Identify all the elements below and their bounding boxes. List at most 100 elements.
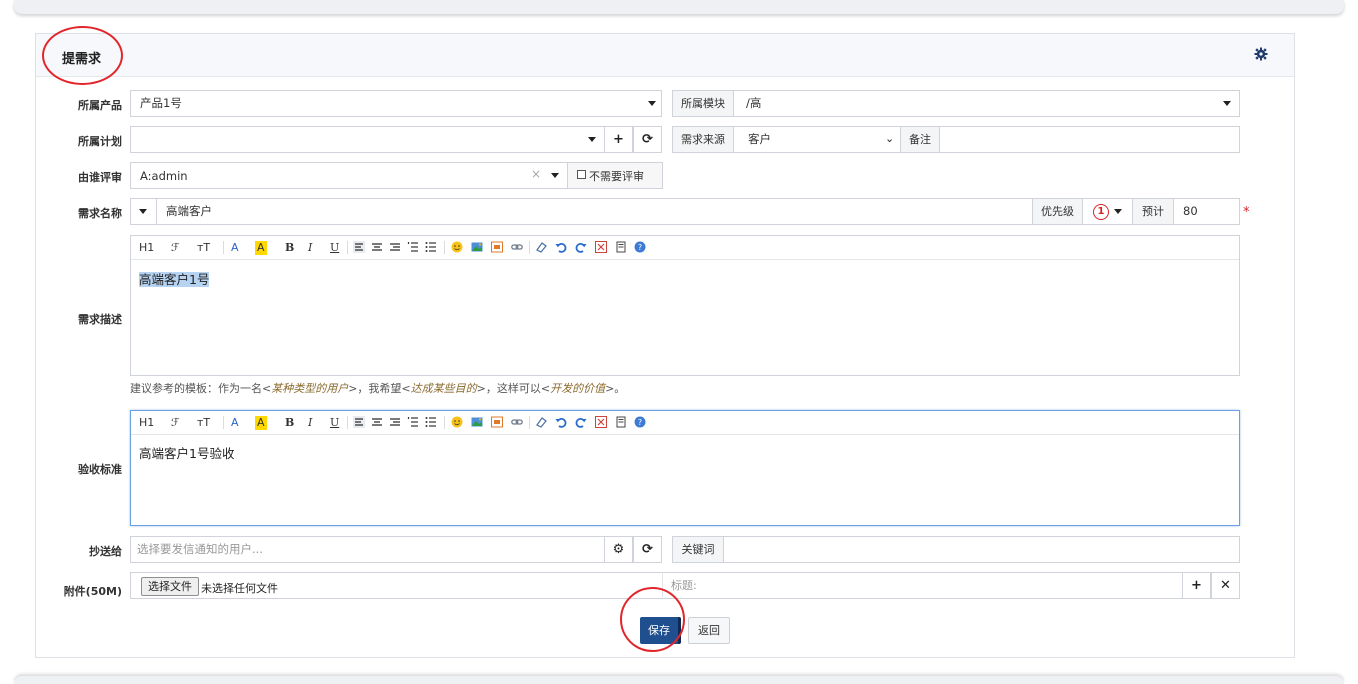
unordered-list-icon[interactable] bbox=[425, 241, 437, 253]
plan-select[interactable] bbox=[130, 126, 605, 153]
font-family-button[interactable]: ℱ bbox=[171, 416, 180, 430]
highlight-color-button[interactable]: A bbox=[255, 416, 267, 430]
help-icon[interactable]: ? bbox=[634, 416, 646, 428]
font-size-button[interactable]: тT bbox=[197, 416, 210, 430]
template-icon[interactable] bbox=[615, 241, 627, 253]
toolbar-divider bbox=[347, 416, 348, 429]
keyword-input[interactable] bbox=[723, 536, 1240, 563]
title-label: 需求名称 bbox=[78, 207, 122, 220]
hint-mid-1: >，我希望< bbox=[348, 382, 411, 395]
hint-prefix: 建议参考的模板：作为一名< bbox=[130, 382, 272, 395]
template-icon[interactable] bbox=[615, 416, 627, 428]
estimate-input[interactable]: 80 bbox=[1173, 198, 1240, 225]
undo-icon[interactable] bbox=[555, 241, 567, 253]
source-label: 需求来源 bbox=[672, 126, 734, 153]
heading-button[interactable]: H1 bbox=[139, 416, 154, 430]
back-button[interactable]: 返回 bbox=[688, 617, 730, 644]
fullscreen-icon[interactable] bbox=[595, 241, 607, 253]
gear-icon[interactable] bbox=[1254, 47, 1268, 61]
emoji-icon[interactable] bbox=[451, 241, 463, 253]
bold-button[interactable]: B bbox=[285, 241, 294, 255]
eraser-icon[interactable] bbox=[535, 241, 547, 253]
italic-button[interactable]: I bbox=[308, 416, 312, 430]
emoji-icon[interactable] bbox=[451, 416, 463, 428]
add-plan-button[interactable]: + bbox=[604, 126, 633, 153]
remove-attachment-button[interactable]: ✕ bbox=[1211, 572, 1240, 599]
chevron-down-icon bbox=[588, 137, 596, 142]
no-review-checkbox[interactable] bbox=[577, 170, 586, 179]
font-family-button[interactable]: ℱ bbox=[171, 241, 180, 255]
cc-label: 抄送给 bbox=[89, 545, 122, 558]
align-right-icon[interactable] bbox=[389, 416, 401, 428]
media-icon[interactable] bbox=[491, 416, 503, 428]
save-button[interactable]: 保存 bbox=[640, 617, 681, 644]
align-right-icon[interactable] bbox=[389, 241, 401, 253]
toolbar-divider bbox=[223, 241, 224, 254]
caret-down-icon bbox=[139, 209, 147, 214]
module-select[interactable]: /高 bbox=[733, 90, 1240, 117]
ordered-list-icon[interactable] bbox=[407, 416, 419, 428]
description-editor[interactable]: H1 ℱ тT A A B I U ? 高端客户1号 bbox=[130, 235, 1240, 376]
fullscreen-icon[interactable] bbox=[595, 416, 607, 428]
toolbar-divider bbox=[347, 241, 348, 254]
redo-icon[interactable] bbox=[575, 416, 587, 428]
redo-icon[interactable] bbox=[575, 241, 587, 253]
toolbar-divider bbox=[444, 416, 445, 429]
cc-settings-button[interactable]: ⚙ bbox=[604, 536, 633, 563]
close-icon: ✕ bbox=[1220, 578, 1231, 593]
align-left-icon[interactable] bbox=[353, 241, 365, 253]
choose-file-button[interactable]: 选择文件 bbox=[141, 577, 199, 596]
highlight-color-button[interactable]: A bbox=[255, 241, 267, 255]
undo-icon[interactable] bbox=[555, 416, 567, 428]
unordered-list-icon[interactable] bbox=[425, 416, 437, 428]
underline-button[interactable]: U bbox=[330, 241, 339, 255]
media-icon[interactable] bbox=[491, 241, 503, 253]
hint-goal: 达成某些目的 bbox=[410, 382, 477, 395]
description-hint: 建议参考的模板：作为一名<某种类型的用户>，我希望<达成某些目的>，这样可以<开… bbox=[130, 380, 625, 396]
note-input[interactable] bbox=[939, 126, 1240, 153]
chevron-down-icon bbox=[551, 173, 559, 178]
source-select[interactable]: 客户 bbox=[733, 126, 901, 153]
verify-text[interactable]: 高端客户1号验收 bbox=[139, 443, 234, 462]
eraser-icon[interactable] bbox=[535, 416, 547, 428]
keyword-label: 关键词 bbox=[672, 536, 724, 563]
toolbar-divider bbox=[223, 416, 224, 429]
product-select[interactable]: 产品1号 bbox=[130, 90, 662, 117]
svg-text:?: ? bbox=[638, 243, 642, 252]
bold-button[interactable]: B bbox=[285, 416, 294, 430]
svg-text:?: ? bbox=[638, 418, 642, 427]
ordered-list-icon[interactable] bbox=[407, 241, 419, 253]
attachment-title-input[interactable]: 标题: bbox=[662, 572, 1183, 599]
reviewer-select[interactable]: A:admin bbox=[130, 162, 568, 189]
verify-editor[interactable]: H1 ℱ тT A A B I U ? 高端客户1号验收 bbox=[130, 410, 1240, 526]
module-label: 所属模块 bbox=[672, 90, 734, 117]
font-color-button[interactable]: A bbox=[231, 241, 239, 255]
align-left-icon[interactable] bbox=[353, 416, 365, 428]
image-icon[interactable] bbox=[471, 241, 483, 253]
description-text[interactable]: 高端客户1号 bbox=[139, 269, 210, 288]
link-icon[interactable] bbox=[511, 241, 523, 253]
window-top-edge bbox=[14, 0, 1344, 14]
title-input[interactable]: 高端客户 bbox=[156, 198, 1033, 225]
help-icon[interactable]: ? bbox=[634, 241, 646, 253]
underline-button[interactable]: U bbox=[330, 416, 339, 430]
align-center-icon[interactable] bbox=[371, 241, 383, 253]
add-attachment-button[interactable]: + bbox=[1182, 572, 1211, 599]
align-center-icon[interactable] bbox=[371, 416, 383, 428]
reviewer-label: 由谁评审 bbox=[78, 171, 122, 184]
gear-icon: ⚙ bbox=[612, 542, 625, 557]
cc-input[interactable]: 选择要发信通知的用户... bbox=[130, 536, 605, 563]
verify-toolbar: H1 ℱ тT A A B I U ? bbox=[131, 411, 1239, 435]
window-bottom-edge bbox=[14, 676, 1344, 684]
font-size-button[interactable]: тT bbox=[197, 241, 210, 255]
image-icon[interactable] bbox=[471, 416, 483, 428]
plan-label: 所属计划 bbox=[78, 135, 122, 148]
italic-button[interactable]: I bbox=[308, 241, 312, 255]
refresh-plan-button[interactable]: ⟳ bbox=[633, 126, 662, 153]
link-icon[interactable] bbox=[511, 416, 523, 428]
font-color-button[interactable]: A bbox=[231, 416, 239, 430]
toolbar-divider bbox=[444, 241, 445, 254]
cc-refresh-button[interactable]: ⟳ bbox=[633, 536, 662, 563]
heading-button[interactable]: H1 bbox=[139, 241, 154, 255]
clear-icon[interactable]: × bbox=[531, 167, 541, 181]
